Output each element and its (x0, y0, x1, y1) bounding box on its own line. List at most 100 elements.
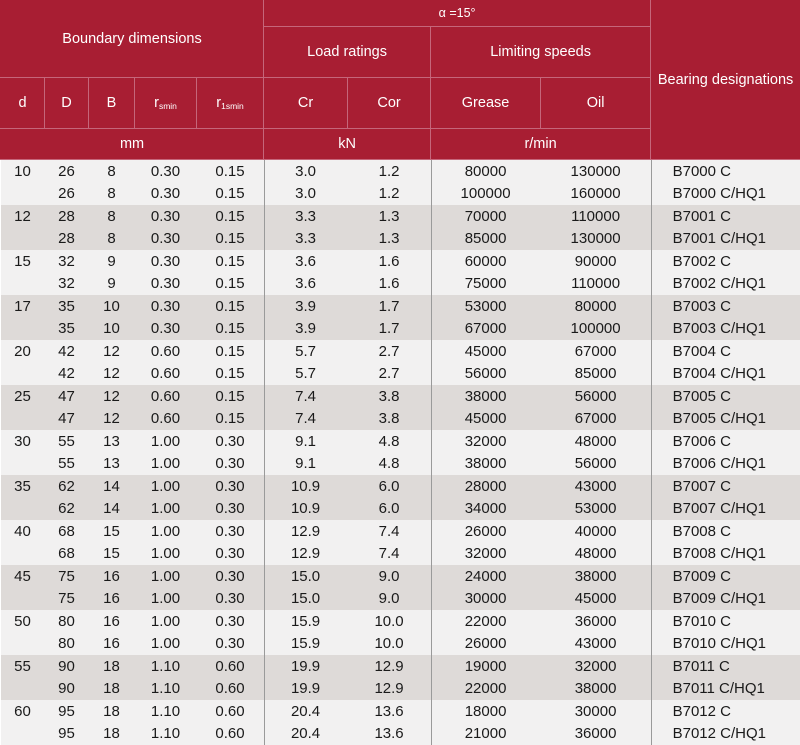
cell-rsmin: 0.30 (135, 318, 197, 341)
cell-r1smin: 0.30 (197, 633, 264, 656)
cell-designation: B7011 C/HQ1 (651, 678, 800, 701)
cell-cor: 1.7 (348, 295, 431, 318)
cell-r1smin: 0.15 (197, 160, 264, 183)
cell-d (1, 228, 45, 251)
cell-b: 10 (89, 318, 135, 341)
cell-grease: 56000 (431, 363, 541, 386)
cell-cr: 3.3 (264, 205, 348, 228)
table-row: 102680.300.153.01.280000130000B7000 C (1, 160, 800, 183)
cell-d: 30 (1, 430, 45, 453)
cell-cr: 5.7 (264, 363, 348, 386)
cell-rsmin: 0.30 (135, 273, 197, 296)
cell-b: 14 (89, 475, 135, 498)
table-row: 153290.300.153.61.66000090000B7002 C (1, 250, 800, 273)
cell-cor: 1.2 (348, 183, 431, 206)
table-row: 2880.300.153.31.385000130000B7001 C/HQ1 (1, 228, 800, 251)
cell-cor: 1.2 (348, 160, 431, 183)
cell-r1smin: 0.30 (197, 610, 264, 633)
cell-d (1, 633, 45, 656)
cell-d: 60 (1, 700, 45, 723)
cell-cr: 3.6 (264, 273, 348, 296)
cell-rsmin: 1.00 (135, 453, 197, 476)
cell-d: 28 (45, 228, 89, 251)
cell-oil: 67000 (541, 408, 651, 431)
header-col-d: d (1, 78, 45, 129)
table-row: 3290.300.153.61.675000110000B7002 C/HQ1 (1, 273, 800, 296)
table-row: 1735100.300.153.91.75300080000B7003 C (1, 295, 800, 318)
cell-d (1, 588, 45, 611)
cell-oil: 45000 (541, 588, 651, 611)
cell-oil: 40000 (541, 520, 651, 543)
cell-grease: 100000 (431, 183, 541, 206)
cell-oil: 100000 (541, 318, 651, 341)
cell-d: 55 (45, 430, 89, 453)
cell-r1smin: 0.15 (197, 228, 264, 251)
bearing-specifications-table: Boundary dimensions α =15° Bearing desig… (0, 0, 800, 745)
cell-r1smin: 0.15 (197, 205, 264, 228)
cell-rsmin: 1.00 (135, 610, 197, 633)
header-limiting-speeds: Limiting speeds (431, 27, 651, 78)
cell-oil: 43000 (541, 475, 651, 498)
cell-grease: 60000 (431, 250, 541, 273)
cell-r1smin: 0.30 (197, 543, 264, 566)
cell-oil: 30000 (541, 700, 651, 723)
cell-r1smin: 0.30 (197, 498, 264, 521)
cell-grease: 18000 (431, 700, 541, 723)
cell-cor: 1.3 (348, 205, 431, 228)
cell-cr: 19.9 (264, 678, 348, 701)
cell-oil: 43000 (541, 633, 651, 656)
cell-d: 40 (1, 520, 45, 543)
header-col-cor: Cor (348, 78, 431, 129)
cell-designation: B7009 C (651, 565, 800, 588)
cell-cor: 13.6 (348, 700, 431, 723)
cell-grease: 53000 (431, 295, 541, 318)
cell-d: 50 (1, 610, 45, 633)
cell-b: 12 (89, 385, 135, 408)
cell-grease: 26000 (431, 520, 541, 543)
cell-oil: 48000 (541, 430, 651, 453)
cell-cor: 12.9 (348, 678, 431, 701)
cell-d (1, 408, 45, 431)
cell-r1smin: 0.30 (197, 520, 264, 543)
cell-grease: 24000 (431, 565, 541, 588)
cell-rsmin: 1.00 (135, 475, 197, 498)
cell-r1smin: 0.30 (197, 453, 264, 476)
table-row: 2042120.600.155.72.74500067000B7004 C (1, 340, 800, 363)
cell-cor: 9.0 (348, 565, 431, 588)
cell-cor: 9.0 (348, 588, 431, 611)
cell-cr: 19.9 (264, 655, 348, 678)
cell-designation: B7007 C/HQ1 (651, 498, 800, 521)
table-row: 3562141.000.3010.96.02800043000B7007 C (1, 475, 800, 498)
cell-oil: 38000 (541, 565, 651, 588)
cell-r1smin: 0.15 (197, 340, 264, 363)
cell-d: 35 (45, 318, 89, 341)
cell-r1smin: 0.15 (197, 408, 264, 431)
cell-b: 12 (89, 363, 135, 386)
table-row: 47120.600.157.43.84500067000B7005 C/HQ1 (1, 408, 800, 431)
cell-designation: B7009 C/HQ1 (651, 588, 800, 611)
cell-cr: 12.9 (264, 520, 348, 543)
cell-cor: 1.7 (348, 318, 431, 341)
cell-d: 90 (45, 678, 89, 701)
cell-d: 20 (1, 340, 45, 363)
cell-d: 80 (45, 633, 89, 656)
cell-grease: 38000 (431, 385, 541, 408)
cell-d: 45 (1, 565, 45, 588)
cell-designation: B7010 C (651, 610, 800, 633)
cell-grease: 70000 (431, 205, 541, 228)
cell-designation: B7005 C (651, 385, 800, 408)
cell-rsmin: 1.00 (135, 588, 197, 611)
cell-cor: 3.8 (348, 385, 431, 408)
header-col-r1smin: r1smin (197, 78, 264, 129)
cell-rsmin: 0.30 (135, 295, 197, 318)
header-contact-angle: α =15° (264, 1, 651, 27)
cell-b: 14 (89, 498, 135, 521)
cell-designation: B7003 C (651, 295, 800, 318)
cell-b: 16 (89, 610, 135, 633)
cell-d: 47 (45, 385, 89, 408)
cell-d: 90 (45, 655, 89, 678)
cell-cor: 6.0 (348, 498, 431, 521)
cell-r1smin: 0.30 (197, 475, 264, 498)
table-body: 102680.300.153.01.280000130000B7000 C268… (1, 160, 800, 745)
cell-r1smin: 0.60 (197, 655, 264, 678)
